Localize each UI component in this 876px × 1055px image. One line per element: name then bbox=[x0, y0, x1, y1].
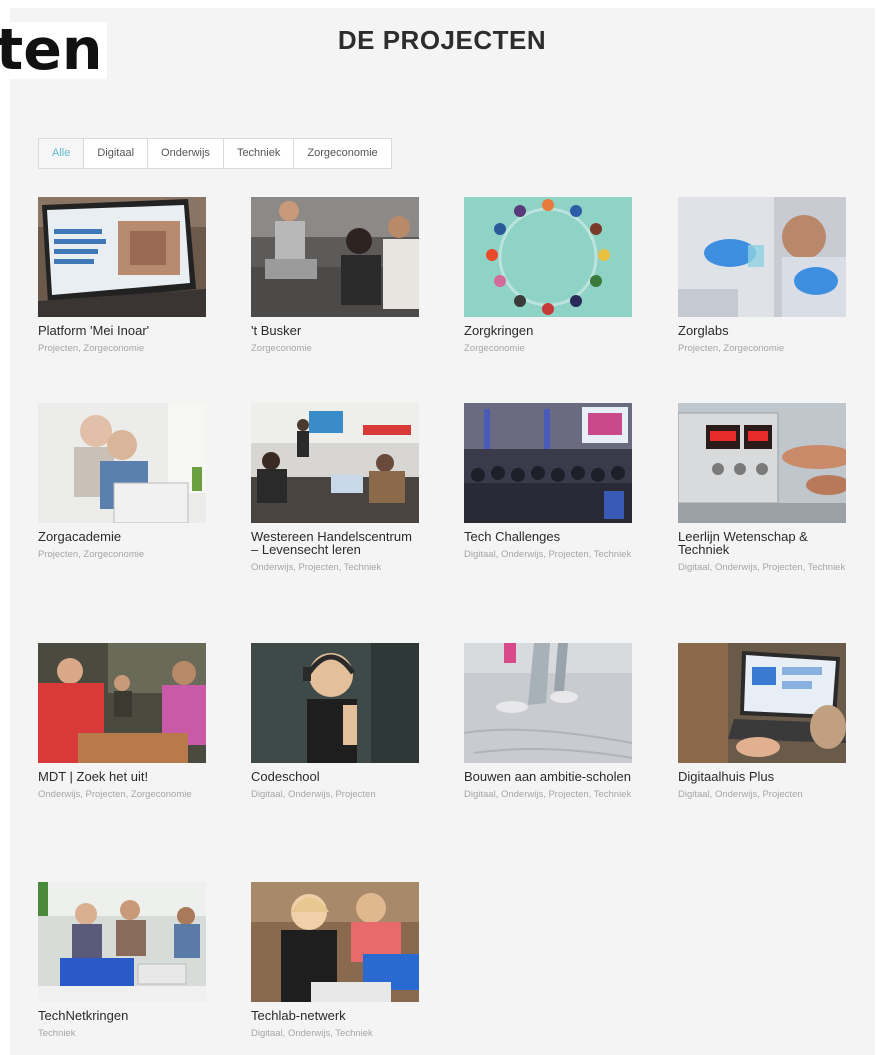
project-title[interactable]: Zorgkringen bbox=[464, 324, 634, 337]
project-card[interactable]: Tech Challenges Digitaal, Onderwijs, Pro… bbox=[464, 403, 634, 563]
project-categories: Digitaal, Onderwijs, Projecten, Techniek bbox=[678, 562, 846, 573]
project-card[interactable]: Techlab-netwerk Digitaal, Onderwijs, Tec… bbox=[251, 882, 421, 1042]
filter-techniek[interactable]: Techniek bbox=[224, 139, 295, 168]
project-card[interactable]: Bouwen aan ambitie-scholen Digitaal, Ond… bbox=[464, 643, 634, 803]
project-card[interactable]: Zorgkringen Zorgeconomie bbox=[464, 197, 634, 357]
page: ten DE PROJECTEN Alle Digitaal Onderwijs… bbox=[0, 0, 876, 1055]
project-title[interactable]: Techlab-netwerk bbox=[251, 1009, 421, 1022]
kids-lego-photo[interactable] bbox=[38, 882, 206, 1002]
project-title[interactable]: Leerlijn Wetenschap & Techniek bbox=[678, 530, 848, 556]
auditorium-photo[interactable] bbox=[464, 403, 632, 523]
people-circle-illustration[interactable] bbox=[464, 197, 632, 317]
project-categories: Onderwijs, Projecten, Zorgeconomie bbox=[38, 789, 192, 800]
filter-bar: Alle Digitaal Onderwijs Techniek Zorgeco… bbox=[38, 138, 392, 169]
elderly-couple-laptop-photo[interactable] bbox=[38, 403, 206, 523]
project-card[interactable]: Platform 'Mei Inoar' Projecten, Zorgecon… bbox=[38, 197, 208, 357]
project-categories: Digitaal, Onderwijs, Projecten bbox=[678, 789, 803, 800]
project-card[interactable]: Westereen Handelscentrum – Levensecht le… bbox=[251, 403, 421, 576]
project-title[interactable]: Westereen Handelscentrum – Levensecht le… bbox=[251, 530, 421, 556]
project-card[interactable]: Codeschool Digitaal, Onderwijs, Projecte… bbox=[251, 643, 421, 803]
project-categories: Zorgeconomie bbox=[251, 343, 312, 354]
lab-equipment-photo[interactable] bbox=[678, 403, 846, 523]
laptop-desk-photo[interactable] bbox=[678, 643, 846, 763]
girls-building-photo[interactable] bbox=[251, 882, 419, 1002]
project-card[interactable]: Digitaalhuis Plus Digitaal, Onderwijs, P… bbox=[678, 643, 848, 803]
project-categories: Zorgeconomie bbox=[464, 343, 525, 354]
filter-alle[interactable]: Alle bbox=[39, 139, 85, 168]
project-card[interactable]: 't Busker Zorgeconomie bbox=[251, 197, 421, 357]
boy-headphones-photo[interactable] bbox=[251, 643, 419, 763]
project-title[interactable]: Zorgacademie bbox=[38, 530, 208, 543]
project-categories: Digitaal, Onderwijs, Projecten, Techniek bbox=[464, 549, 632, 560]
project-card[interactable]: Zorgacademie Projecten, Zorgeconomie bbox=[38, 403, 208, 563]
project-title[interactable]: Platform 'Mei Inoar' bbox=[38, 324, 208, 337]
classroom-presentation-photo[interactable] bbox=[251, 403, 419, 523]
project-card[interactable]: Leerlijn Wetenschap & Techniek Digitaal,… bbox=[678, 403, 848, 576]
filter-onderwijs[interactable]: Onderwijs bbox=[148, 139, 224, 168]
project-card[interactable]: MDT | Zoek het uit! Onderwijs, Projecten… bbox=[38, 643, 208, 803]
project-categories: Onderwijs, Projecten, Techniek bbox=[251, 562, 382, 573]
project-title[interactable]: Zorglabs bbox=[678, 324, 848, 337]
project-title[interactable]: MDT | Zoek het uit! bbox=[38, 770, 208, 783]
project-categories: Digitaal, Onderwijs, Techniek bbox=[251, 1028, 373, 1039]
project-title[interactable]: Bouwen aan ambitie-scholen bbox=[464, 770, 634, 783]
filter-zorgeconomie[interactable]: Zorgeconomie bbox=[294, 139, 390, 168]
walking-feet-photo[interactable] bbox=[464, 643, 632, 763]
project-title[interactable]: TechNetkringen bbox=[38, 1009, 208, 1022]
project-categories: Techniek bbox=[38, 1028, 76, 1039]
project-title[interactable]: Tech Challenges bbox=[464, 530, 634, 543]
page-title: DE PROJECTEN bbox=[337, 25, 547, 55]
youth-meeting-photo[interactable] bbox=[38, 643, 206, 763]
project-categories: Digitaal, Onderwijs, Projecten bbox=[251, 789, 376, 800]
project-card[interactable]: TechNetkringen Techniek bbox=[38, 882, 208, 1042]
filter-digitaal[interactable]: Digitaal bbox=[84, 139, 149, 168]
project-title[interactable]: Codeschool bbox=[251, 770, 421, 783]
project-title[interactable]: 't Busker bbox=[251, 324, 421, 337]
project-title[interactable]: Digitaalhuis Plus bbox=[678, 770, 848, 783]
laptop-screen-photo[interactable] bbox=[38, 197, 206, 317]
project-categories: Projecten, Zorgeconomie bbox=[38, 343, 145, 354]
project-categories: Projecten, Zorgeconomie bbox=[38, 549, 145, 560]
group-on-floor-photo[interactable] bbox=[251, 197, 419, 317]
lab-researcher-photo[interactable] bbox=[678, 197, 846, 317]
overlay-heading-fragment: ten bbox=[0, 22, 107, 79]
project-card[interactable]: Zorglabs Projecten, Zorgeconomie bbox=[678, 197, 848, 357]
project-categories: Digitaal, Onderwijs, Projecten, Techniek bbox=[464, 789, 632, 800]
project-categories: Projecten, Zorgeconomie bbox=[678, 343, 785, 354]
